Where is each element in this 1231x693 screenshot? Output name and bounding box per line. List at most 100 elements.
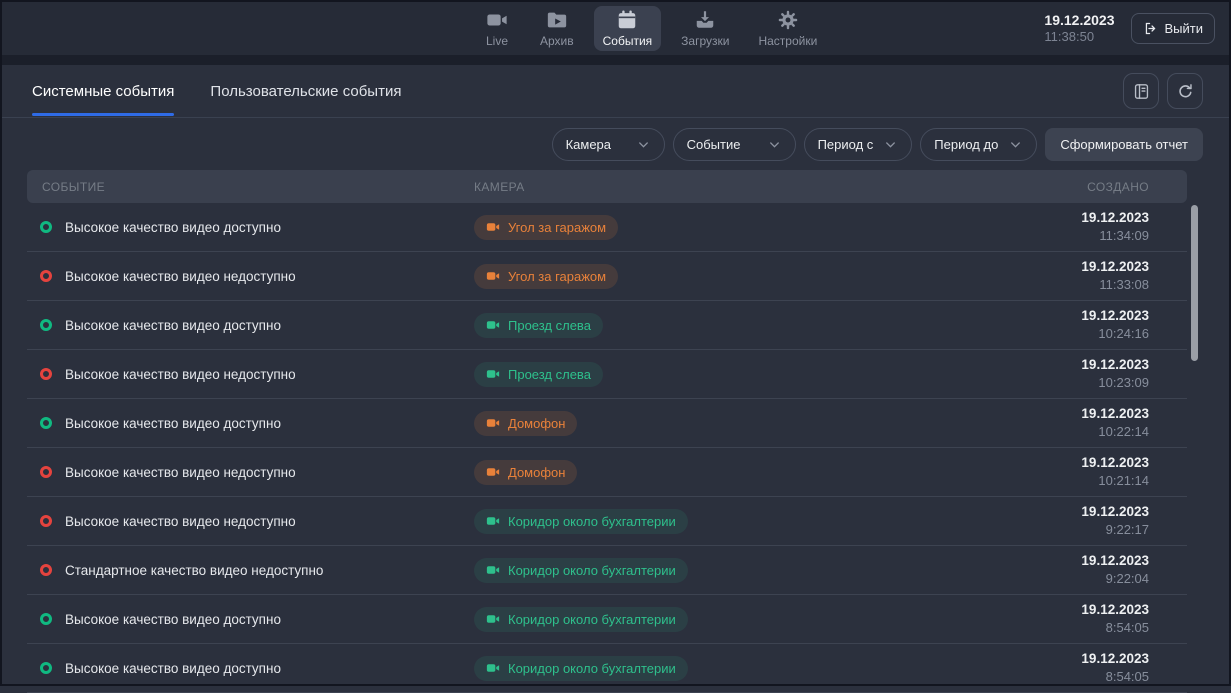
table-row[interactable]: Высокое качество видео доступно Проезд с… — [27, 301, 1187, 350]
camera-icon — [486, 269, 500, 283]
camera-name: Проезд слева — [508, 367, 591, 382]
created-date: 19.12.2023 — [1027, 552, 1149, 570]
created-time: 8:54:05 — [1027, 668, 1149, 686]
event-label: Высокое качество видео недоступно — [65, 367, 296, 382]
created-time: 11:34:09 — [1027, 227, 1149, 245]
event-label: Высокое качество видео доступно — [65, 220, 281, 235]
tab-archive[interactable]: Архив — [531, 6, 583, 51]
table-row[interactable]: Высокое качество видео доступно Домофон … — [27, 399, 1187, 448]
main-nav: Live Архив События Загрузки Настройки — [474, 2, 826, 55]
table-row[interactable]: Стандартное качество видео недоступно Ко… — [27, 546, 1187, 595]
created-date: 19.12.2023 — [1027, 405, 1149, 423]
period-to-select[interactable]: Период до — [920, 128, 1037, 161]
status-ring-icon — [40, 221, 52, 233]
created-date: 19.12.2023 — [1027, 258, 1149, 276]
events-table: СОБЫТИЕ КАМЕРА СОЗДАНО Высокое качество … — [27, 170, 1187, 693]
camera-badge[interactable]: Домофон — [474, 411, 577, 436]
camera-cell: Проезд слева — [474, 362, 1027, 387]
nav-label: Настройки — [758, 34, 817, 48]
logout-icon — [1143, 21, 1158, 36]
report-journal-button[interactable] — [1123, 73, 1159, 109]
camera-icon — [486, 563, 500, 577]
camera-badge[interactable]: Угол за гаражом — [474, 215, 618, 240]
chevron-down-icon — [767, 137, 782, 152]
status-ring-icon — [40, 270, 52, 282]
camera-cell: Домофон — [474, 460, 1027, 485]
status-ring-icon — [40, 368, 52, 380]
tab-actions — [1123, 73, 1203, 109]
app-window: { "topbar": { "nav": [ { "label": "Live"… — [0, 0, 1231, 686]
camera-badge[interactable]: Угол за гаражом — [474, 264, 618, 289]
created-time: 8:54:05 — [1027, 619, 1149, 637]
event-cell: Высокое качество видео недоступно — [27, 465, 474, 480]
current-time: 11:38:50 — [1044, 29, 1114, 46]
tab-user-events[interactable]: Пользовательские события — [210, 65, 401, 118]
event-label: Высокое качество видео недоступно — [65, 514, 296, 529]
topbar: Live Архив События Загрузки Настройки — [2, 2, 1229, 55]
camera-name: Коридор около бухгалтерии — [508, 563, 676, 578]
period-from-select[interactable]: Период с — [804, 128, 913, 161]
created-date: 19.12.2023 — [1027, 307, 1149, 325]
event-label: Высокое качество видео доступно — [65, 318, 281, 333]
table-row[interactable]: Высокое качество видео недоступно Угол з… — [27, 252, 1187, 301]
camera-cell: Угол за гаражом — [474, 264, 1027, 289]
generate-report-button[interactable]: Сформировать отчет — [1045, 128, 1203, 161]
status-ring-icon — [40, 466, 52, 478]
camera-name: Коридор около бухгалтерии — [508, 661, 676, 676]
event-label: Высокое качество видео недоступно — [65, 269, 296, 284]
created-time: 10:24:16 — [1027, 325, 1149, 343]
chevron-down-icon — [1008, 137, 1023, 152]
created-cell: 19.12.2023 10:21:14 — [1027, 454, 1187, 490]
camera-badge[interactable]: Коридор около бухгалтерии — [474, 656, 688, 681]
tab-live[interactable]: Live — [474, 6, 520, 51]
tab-events[interactable]: События — [594, 6, 662, 51]
camera-badge[interactable]: Коридор около бухгалтерии — [474, 607, 688, 632]
nav-label: Архив — [540, 34, 574, 48]
event-label: Высокое качество видео недоступно — [65, 465, 296, 480]
status-ring-icon — [40, 515, 52, 527]
status-ring-icon — [40, 417, 52, 429]
tab-settings[interactable]: Настройки — [749, 6, 826, 51]
nav-label: Live — [486, 34, 508, 48]
datetime: 19.12.2023 11:38:50 — [1044, 11, 1114, 46]
camera-cell: Домофон — [474, 411, 1027, 436]
event-cell: Высокое качество видео доступно — [27, 318, 474, 333]
event-filter-label: Событие — [687, 137, 741, 152]
camera-icon — [486, 220, 500, 234]
logout-button[interactable]: Выйти — [1131, 13, 1216, 44]
camera-badge[interactable]: Проезд слева — [474, 313, 603, 338]
scrollbar-thumb[interactable] — [1191, 205, 1198, 361]
table-row[interactable]: Высокое качество видео недоступно Коридо… — [27, 497, 1187, 546]
table-row[interactable]: Высокое качество видео доступно Коридор … — [27, 595, 1187, 644]
event-cell: Высокое качество видео доступно — [27, 220, 474, 235]
camera-name: Домофон — [508, 465, 565, 480]
table-row[interactable]: Высокое качество видео недоступно Домофо… — [27, 448, 1187, 497]
created-date: 19.12.2023 — [1027, 601, 1149, 619]
camera-badge[interactable]: Домофон — [474, 460, 577, 485]
video-camera-icon — [486, 9, 508, 31]
camera-filter-select[interactable]: Камера — [552, 128, 665, 161]
event-cell: Стандартное качество видео недоступно — [27, 563, 474, 578]
camera-badge[interactable]: Коридор около бухгалтерии — [474, 558, 688, 583]
table-header: СОБЫТИЕ КАМЕРА СОЗДАНО — [27, 170, 1187, 203]
event-filter-select[interactable]: Событие — [673, 128, 796, 161]
table-row[interactable]: Высокое качество видео недоступно Проезд… — [27, 350, 1187, 399]
tab-downloads[interactable]: Загрузки — [672, 6, 738, 51]
camera-icon — [486, 318, 500, 332]
chevron-down-icon — [883, 137, 898, 152]
created-time: 10:23:09 — [1027, 374, 1149, 392]
camera-icon — [486, 514, 500, 528]
camera-name: Проезд слева — [508, 318, 591, 333]
calendar-events-icon — [616, 9, 638, 31]
event-cell: Высокое качество видео недоступно — [27, 269, 474, 284]
downloads-icon — [694, 9, 716, 31]
camera-name: Коридор около бухгалтерии — [508, 612, 676, 627]
refresh-button[interactable] — [1167, 73, 1203, 109]
tab-system-events[interactable]: Системные события — [32, 65, 174, 118]
camera-badge[interactable]: Проезд слева — [474, 362, 603, 387]
camera-name: Домофон — [508, 416, 565, 431]
camera-badge[interactable]: Коридор около бухгалтерии — [474, 509, 688, 534]
table-row[interactable]: Высокое качество видео доступно Угол за … — [27, 203, 1187, 252]
created-time: 10:21:14 — [1027, 472, 1149, 490]
current-date: 19.12.2023 — [1044, 11, 1114, 29]
